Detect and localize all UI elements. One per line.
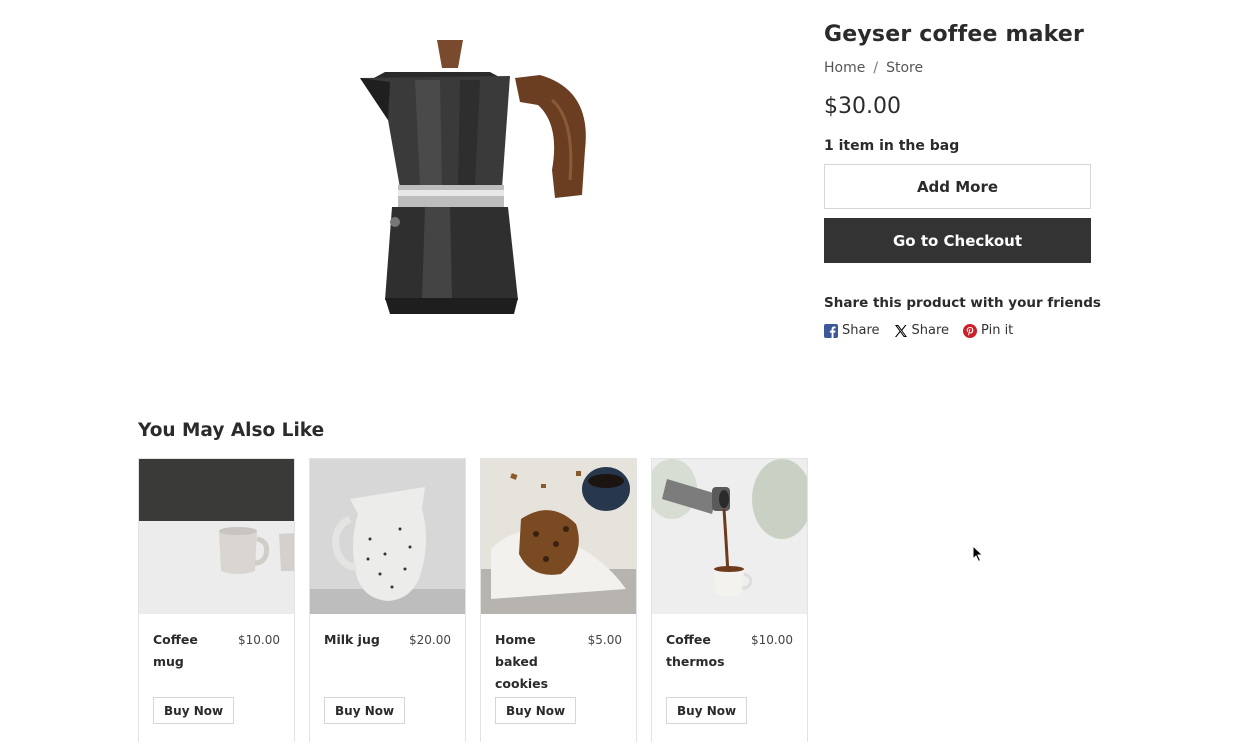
pinterest-icon — [963, 323, 978, 338]
share-links: Share Share Pin it — [824, 323, 1124, 338]
product-card[interactable]: Coffee thermos $10.00 Buy Now — [651, 458, 808, 742]
product-name: Coffee mug — [153, 632, 198, 669]
facebook-share-label: Share — [842, 323, 880, 338]
breadcrumb-home-link[interactable]: Home — [824, 60, 865, 76]
buy-now-button[interactable]: Buy Now — [666, 697, 748, 724]
product-title: Geyser coffee maker — [824, 22, 1085, 47]
breadcrumb: Home / Store — [824, 58, 1124, 78]
product-details: Geyser coffee maker Home / Store $30.00 1 … — [824, 20, 1124, 338]
breadcrumb-store-link[interactable]: Store — [886, 60, 923, 76]
product-price: $10.00 — [751, 633, 793, 647]
coffee-mug-photo — [139, 459, 294, 614]
breadcrumb-separator: / — [873, 60, 879, 76]
recommendations-title: You May Also Like — [138, 420, 325, 441]
mouse-cursor-icon — [972, 545, 984, 563]
share-heading: Share this product with your friends — [824, 295, 1101, 311]
cookies-photo — [481, 459, 636, 614]
recommendations-list: Coffee mug $10.00 Buy Now Milk jug $20.0… — [138, 458, 808, 742]
product-name: Home baked cookies — [495, 632, 549, 691]
product-card[interactable]: Milk jug $20.00 Buy Now — [309, 458, 466, 742]
pinterest-share-link[interactable]: Pin it — [963, 323, 1013, 338]
milk-jug-photo — [310, 459, 465, 614]
product-name: Milk jug — [324, 632, 380, 647]
x-share-link[interactable]: Share — [894, 323, 950, 338]
product-card[interactable]: Coffee mug $10.00 Buy Now — [138, 458, 295, 742]
product-image — [330, 30, 620, 330]
product-card[interactable]: Home baked cookies $5.00 Buy Now — [480, 458, 637, 742]
add-more-button[interactable]: Add More — [824, 164, 1091, 209]
facebook-share-link[interactable]: Share — [824, 323, 880, 338]
product-price: $30.00 — [824, 94, 901, 119]
bag-status: 1 item in the bag — [824, 138, 960, 154]
x-share-label: Share — [911, 323, 950, 338]
product-name: Coffee thermos — [666, 632, 725, 669]
buy-now-button[interactable]: Buy Now — [495, 697, 577, 724]
buy-now-button[interactable]: Buy Now — [324, 697, 406, 724]
pinterest-share-label: Pin it — [981, 323, 1014, 338]
thermos-photo — [652, 459, 807, 614]
facebook-icon — [824, 323, 838, 338]
product-price: $5.00 — [587, 633, 622, 647]
checkout-button[interactable]: Go to Checkout — [824, 218, 1091, 263]
x-icon — [894, 324, 907, 337]
product-price: $10.00 — [238, 633, 280, 647]
moka-pot-image — [360, 40, 586, 314]
product-price: $20.00 — [409, 633, 451, 647]
buy-now-button[interactable]: Buy Now — [153, 697, 235, 724]
